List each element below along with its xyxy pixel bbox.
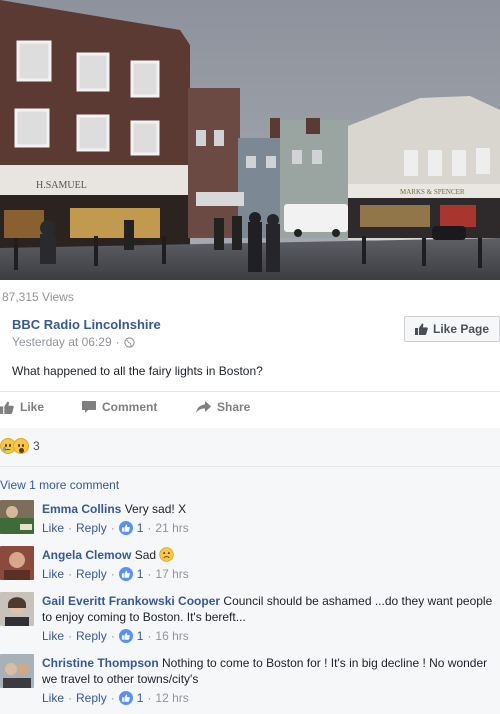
comment-like-count[interactable]: 1 xyxy=(137,521,144,535)
comment-like-button[interactable]: Like xyxy=(42,567,64,581)
page-name-link[interactable]: BBC Radio Lincolnshire xyxy=(12,317,161,332)
like-count-icon xyxy=(118,629,133,643)
comment-reply-button[interactable]: Reply xyxy=(76,567,107,581)
divider xyxy=(0,391,500,392)
wow-reaction-icon xyxy=(13,438,29,454)
view-count: 87,315 Views xyxy=(2,290,74,304)
commenter-name[interactable]: Emma Collins xyxy=(42,502,121,516)
reaction-count: 3 xyxy=(33,439,40,453)
shop-sign-ms: MARKS & SPENCER xyxy=(400,188,465,196)
town-square-image: H.SAMUEL MARKS & SPENCER xyxy=(0,0,500,280)
thumbs-up-icon xyxy=(0,401,14,414)
avatar[interactable] xyxy=(0,546,34,580)
comment-like-button[interactable]: Like xyxy=(42,691,64,705)
like-page-button[interactable]: Like Page xyxy=(404,316,500,342)
like-page-label: Like Page xyxy=(432,322,490,336)
avatar[interactable] xyxy=(0,500,34,534)
comment-label: Comment xyxy=(102,400,158,414)
comment-like-button[interactable]: Like xyxy=(42,629,64,643)
comment-body: Sad xyxy=(134,548,157,562)
meta-separator: · xyxy=(115,335,120,349)
sad-face-emoji-icon xyxy=(159,547,175,562)
comment-text: Gail Everitt Frankowski Cooper Council s… xyxy=(42,593,496,625)
comment-body: Very sad! X xyxy=(124,502,187,516)
comment-reply-button[interactable]: Reply xyxy=(76,521,107,535)
comment-meta: Like · Reply · 1 · 12 hrs xyxy=(42,691,189,705)
post-photo[interactable]: H.SAMUEL MARKS & SPENCER xyxy=(0,0,500,280)
comment-button[interactable]: Comment xyxy=(82,400,157,414)
shop-sign-hsamuel: H.SAMUEL xyxy=(36,180,87,191)
post-meta: Yesterday at 06:29 · xyxy=(12,335,135,349)
like-label: Like xyxy=(20,400,45,414)
share-label: Share xyxy=(217,400,251,414)
comment-meta: Like · Reply · 1 · 17 hrs xyxy=(42,567,189,581)
comment-text: Christine Thompson Nothing to come to Bo… xyxy=(42,655,496,687)
commenter-name[interactable]: Angela Clemow xyxy=(42,548,131,562)
thumbs-up-icon xyxy=(414,323,428,335)
comment-meta: Like · Reply · 1 · 21 hrs xyxy=(42,521,189,535)
post-text: What happened to all the fairy lights in… xyxy=(12,364,263,378)
post-container: 87,315 Views BBC Radio Lincolnshire Yest… xyxy=(0,280,500,714)
view-more-comments-link[interactable]: View 1 more comment xyxy=(0,478,119,492)
comment-like-button[interactable]: Like xyxy=(42,521,64,535)
like-count-icon xyxy=(118,567,133,581)
like-count-icon xyxy=(118,521,133,535)
divider xyxy=(0,466,500,467)
comment-like-count[interactable]: 1 xyxy=(137,567,144,581)
post-actions-bar: Like Comment Share xyxy=(0,396,500,422)
comment-text: Angela Clemow Sad xyxy=(42,547,496,563)
globe-icon[interactable] xyxy=(124,336,135,348)
comment-meta: Like · Reply · 1 · 16 hrs xyxy=(42,629,189,643)
like-count-icon xyxy=(118,691,133,705)
comment-time[interactable]: 17 hrs xyxy=(155,567,188,581)
comment-time[interactable]: 12 hrs xyxy=(155,691,188,705)
share-icon xyxy=(196,400,211,413)
comment-icon xyxy=(82,400,96,413)
commenter-name[interactable]: Christine Thompson xyxy=(42,656,159,670)
post-card: 87,315 Views BBC Radio Lincolnshire Yest… xyxy=(0,280,500,428)
like-button[interactable]: Like xyxy=(0,400,44,414)
comment-like-count[interactable]: 1 xyxy=(137,691,144,705)
comment-like-count[interactable]: 1 xyxy=(137,629,144,643)
comment-time[interactable]: 21 hrs xyxy=(155,521,188,535)
commenter-name[interactable]: Gail Everitt Frankowski Cooper xyxy=(42,594,220,608)
share-button[interactable]: Share xyxy=(196,400,250,414)
reactions-summary[interactable]: 3 xyxy=(0,438,40,454)
comment-time[interactable]: 16 hrs xyxy=(155,629,188,643)
avatar[interactable] xyxy=(0,654,34,688)
comment-reply-button[interactable]: Reply xyxy=(76,629,107,643)
post-timestamp[interactable]: Yesterday at 06:29 xyxy=(12,335,112,349)
avatar[interactable] xyxy=(0,592,34,626)
comment-text: Emma Collins Very sad! X xyxy=(42,501,496,517)
comment-reply-button[interactable]: Reply xyxy=(76,691,107,705)
